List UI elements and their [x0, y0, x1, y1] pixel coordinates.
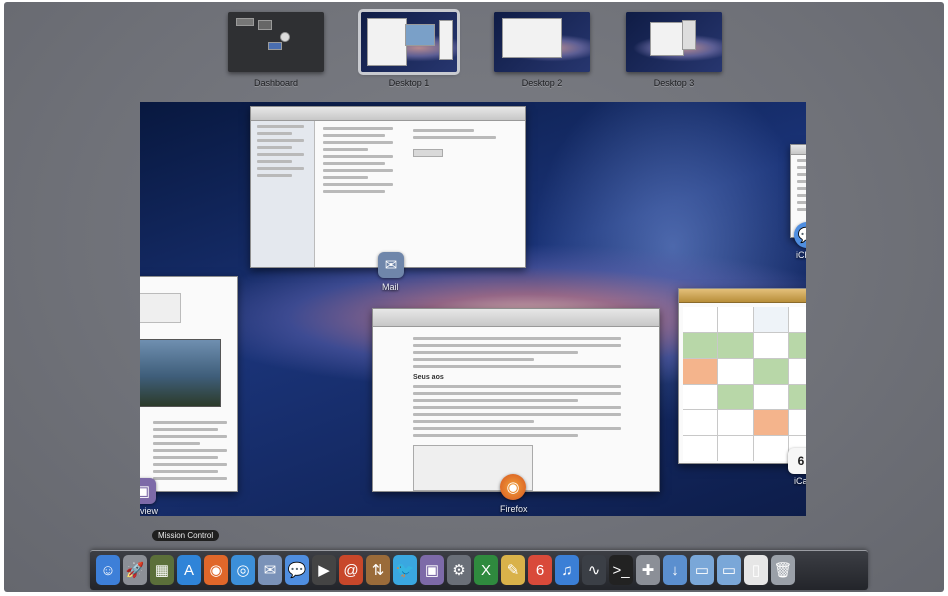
widget-thumb	[280, 32, 290, 42]
safari-icon[interactable]: ◎	[231, 555, 255, 585]
space-dashboard[interactable]	[228, 12, 324, 72]
launchpad-icon[interactable]: 🚀	[123, 555, 147, 585]
mail-icon[interactable]: ✉	[258, 555, 282, 585]
ical-date-icon: 6	[788, 448, 806, 474]
preview-icon[interactable]: ▣	[420, 555, 444, 585]
dock: ☺ 🚀 ▦ A ◉ ◎ ✉ 💬 ▶ @ ⇅ 🐦 ▣ ⚙ X ✎ 6 ♫ ∿ >_ ✚ ↓ ▭ ▭ ▯ 🗑	[90, 550, 868, 590]
ichat-icon[interactable]: 💬	[285, 555, 309, 585]
space-desktop-3[interactable]	[626, 12, 722, 72]
photos-icon[interactable]: ✚	[636, 555, 660, 585]
ical-label: iCal	[794, 476, 806, 486]
widget-thumb	[258, 20, 272, 30]
applications-folder-icon[interactable]: ▭	[717, 555, 741, 585]
excel-icon[interactable]: X	[474, 555, 498, 585]
space-desktop-2[interactable]	[494, 12, 590, 72]
firefox-label: Firefox	[500, 504, 528, 514]
desktop-preview: ✉ Mail 💬 iChat ▣ Preview	[140, 102, 806, 516]
mail-icon: ✉	[378, 252, 404, 278]
window-thumb	[502, 18, 562, 58]
preview-window[interactable]	[140, 276, 238, 492]
mail-label: Mail	[382, 282, 399, 292]
space-desktop-1[interactable]	[358, 9, 460, 75]
terminal-icon[interactable]: >_	[609, 555, 633, 585]
window-thumb	[682, 20, 696, 50]
ical-window[interactable]	[678, 288, 806, 464]
space-label: Desktop 2	[521, 78, 563, 88]
mission-control-screen: Dashboard Desktop 1 Desktop 2 Desktop 3	[4, 2, 944, 592]
space-label: Desktop 1	[388, 78, 430, 88]
calendar-icon[interactable]: 6	[528, 555, 552, 585]
mail-window[interactable]	[250, 106, 526, 268]
mission-control-icon[interactable]: ▦	[150, 555, 174, 585]
widget-thumb	[268, 42, 282, 50]
screenshot-image	[140, 339, 221, 407]
space-label: Dashboard	[253, 78, 299, 88]
dock-tooltip: Mission Control	[152, 530, 220, 541]
downloads-stack-icon[interactable]: ↓	[663, 555, 687, 585]
preview-label: Preview	[140, 506, 159, 516]
activity-monitor-icon[interactable]: ∿	[582, 555, 606, 585]
firefox-window[interactable]: Seus aos	[372, 308, 660, 492]
app-store-icon[interactable]: A	[177, 555, 201, 585]
itunes-icon[interactable]: ♫	[555, 555, 579, 585]
ichat-label: iChat	[796, 250, 806, 260]
firefox-icon[interactable]: ◉	[204, 555, 228, 585]
document-heading: Seus aos	[413, 374, 444, 381]
window-thumb	[405, 24, 435, 46]
documents-folder-icon[interactable]: ▭	[690, 555, 714, 585]
transmit-icon[interactable]: ⇅	[366, 555, 390, 585]
notes-icon[interactable]: ✎	[501, 555, 525, 585]
window-thumb	[650, 22, 684, 56]
space-label: Desktop 3	[653, 78, 695, 88]
twitter-icon[interactable]: 🐦	[393, 555, 417, 585]
preview-icon: ▣	[140, 478, 156, 504]
widget-thumb	[236, 18, 254, 26]
finder-icon[interactable]: ☺	[96, 555, 120, 585]
trash-icon[interactable]: 🗑	[771, 555, 795, 585]
window-thumb	[439, 20, 453, 60]
facetime-icon[interactable]: ▶	[312, 555, 336, 585]
tools-icon[interactable]: ⚙	[447, 555, 471, 585]
window-thumb	[367, 18, 407, 66]
address-book-icon[interactable]: @	[339, 555, 363, 585]
document-stack-icon[interactable]: ▯	[744, 555, 768, 585]
firefox-icon: ◉	[500, 474, 526, 500]
dock-items: ☺ 🚀 ▦ A ◉ ◎ ✉ 💬 ▶ @ ⇅ 🐦 ▣ ⚙ X ✎ 6 ♫ ∿ >_ ✚ ↓ ▭ ▭ ▯ 🗑	[96, 555, 795, 585]
